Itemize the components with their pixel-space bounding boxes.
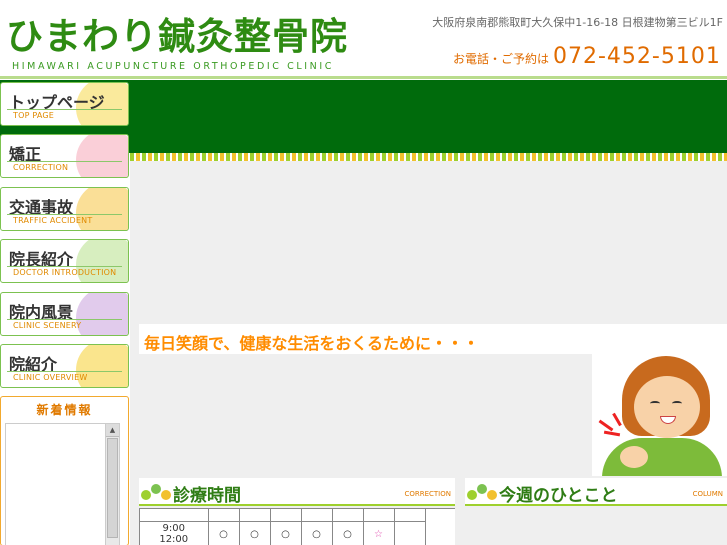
illustration-face: [634, 376, 700, 438]
nav-underline: [7, 161, 122, 162]
catchphrase: 毎日笑顔で、健康な生活をおくるために・・・: [144, 334, 480, 353]
news-box: 新着情報 ▲: [0, 396, 129, 545]
nav-label-en: CORRECTION: [13, 163, 69, 172]
site-logo-subtitle: HIMAWARI ACUPUNCTURE ORTHOPEDIC CLINIC: [12, 61, 335, 72]
header-divider: [0, 76, 727, 79]
nav-item-doctor-introduction[interactable]: 院長紹介 DOCTOR INTRODUCTION: [0, 239, 129, 283]
schedule-cell: ○: [332, 521, 364, 545]
nav-underline: [7, 319, 122, 320]
schedule-cell: ○: [301, 521, 333, 545]
pain-mark-icon: [603, 430, 621, 437]
nav-label-en: CLINIC SCENERY: [13, 321, 82, 330]
nav-underline: [7, 371, 122, 372]
flower-icon: [76, 135, 128, 177]
scroll-thumb[interactable]: [107, 438, 118, 538]
nav-label-en: DOCTOR INTRODUCTION: [13, 268, 117, 277]
tel-number[interactable]: 072-452-5101: [553, 44, 721, 69]
section-underline: [465, 504, 727, 506]
illustration-hand: [620, 446, 648, 468]
schedule-cell: ○: [239, 521, 271, 545]
section-title: 今週のひとこと: [499, 486, 618, 506]
schedule-cell: [394, 521, 426, 545]
nav-item-top-page[interactable]: トップページ TOP PAGE: [0, 82, 129, 126]
nav-item-correction[interactable]: 矯正 CORRECTION: [0, 134, 129, 178]
schedule-table: 9:00 12:00 ○ ○ ○ ○ ○ ☆: [139, 508, 455, 545]
flower-icon: [76, 293, 128, 335]
section-title-en: COLUMN: [692, 490, 723, 498]
section-underline: [139, 504, 455, 506]
section-title-en: CORRECTION: [404, 490, 451, 498]
table-header-row: [140, 509, 426, 522]
schedule-cell: ☆: [363, 521, 395, 545]
table-row: 9:00 12:00 ○ ○ ○ ○ ○ ☆: [140, 521, 426, 545]
scroll-up-arrow-icon[interactable]: ▲: [106, 424, 119, 437]
schedule-cell: ○: [270, 521, 302, 545]
news-title: 新着情報: [36, 403, 93, 417]
section-title: 診療時間: [173, 486, 241, 506]
nav-underline: [7, 109, 122, 110]
dotted-divider: [130, 153, 727, 161]
schedule-time: 9:00 12:00: [140, 521, 209, 545]
tel-label: お電話・ご予約は: [453, 52, 550, 66]
pain-mark-icon: [598, 419, 614, 432]
nav-label-en: CLINIC OVERVIEW: [13, 373, 88, 382]
pain-mark-icon: [612, 412, 622, 427]
nav-item-traffic-accident[interactable]: 交通事故 TRAFFIC ACCIDENT: [0, 187, 129, 231]
woman-shoulder-pain-illustration: [592, 354, 727, 476]
nav-label-en: TRAFFIC ACCIDENT: [13, 216, 93, 225]
clinic-address: 大阪府泉南郡熊取町大久保中1-16-18 日根建物第三ビル1F: [432, 16, 723, 29]
schedule-cell: ○: [208, 521, 240, 545]
illustration-eye: [650, 401, 660, 406]
site-logo-title[interactable]: ひまわり鍼灸整骨院: [6, 16, 348, 58]
section-header-weekly: 今週のひとこと COLUMN: [465, 478, 727, 506]
section-header-hours: 診療時間 CORRECTION: [139, 478, 455, 506]
nav-label-en: TOP PAGE: [13, 111, 55, 120]
catchphrase-row: 毎日笑顔で、健康な生活をおくるために・・・: [139, 324, 727, 354]
news-scrollbar[interactable]: ▲: [105, 424, 119, 545]
nav-underline: [7, 214, 122, 215]
nav-item-clinic-overview[interactable]: 院紹介 CLINIC OVERVIEW: [0, 344, 129, 388]
nav-item-clinic-scenery[interactable]: 院内風景 CLINIC SCENERY: [0, 292, 129, 336]
news-frame[interactable]: ▲: [5, 423, 120, 545]
nav-underline: [7, 266, 122, 267]
header: ひまわり鍼灸整骨院 HIMAWARI ACUPUNCTURE ORTHOPEDI…: [0, 0, 727, 79]
illustration-eye: [672, 401, 682, 406]
